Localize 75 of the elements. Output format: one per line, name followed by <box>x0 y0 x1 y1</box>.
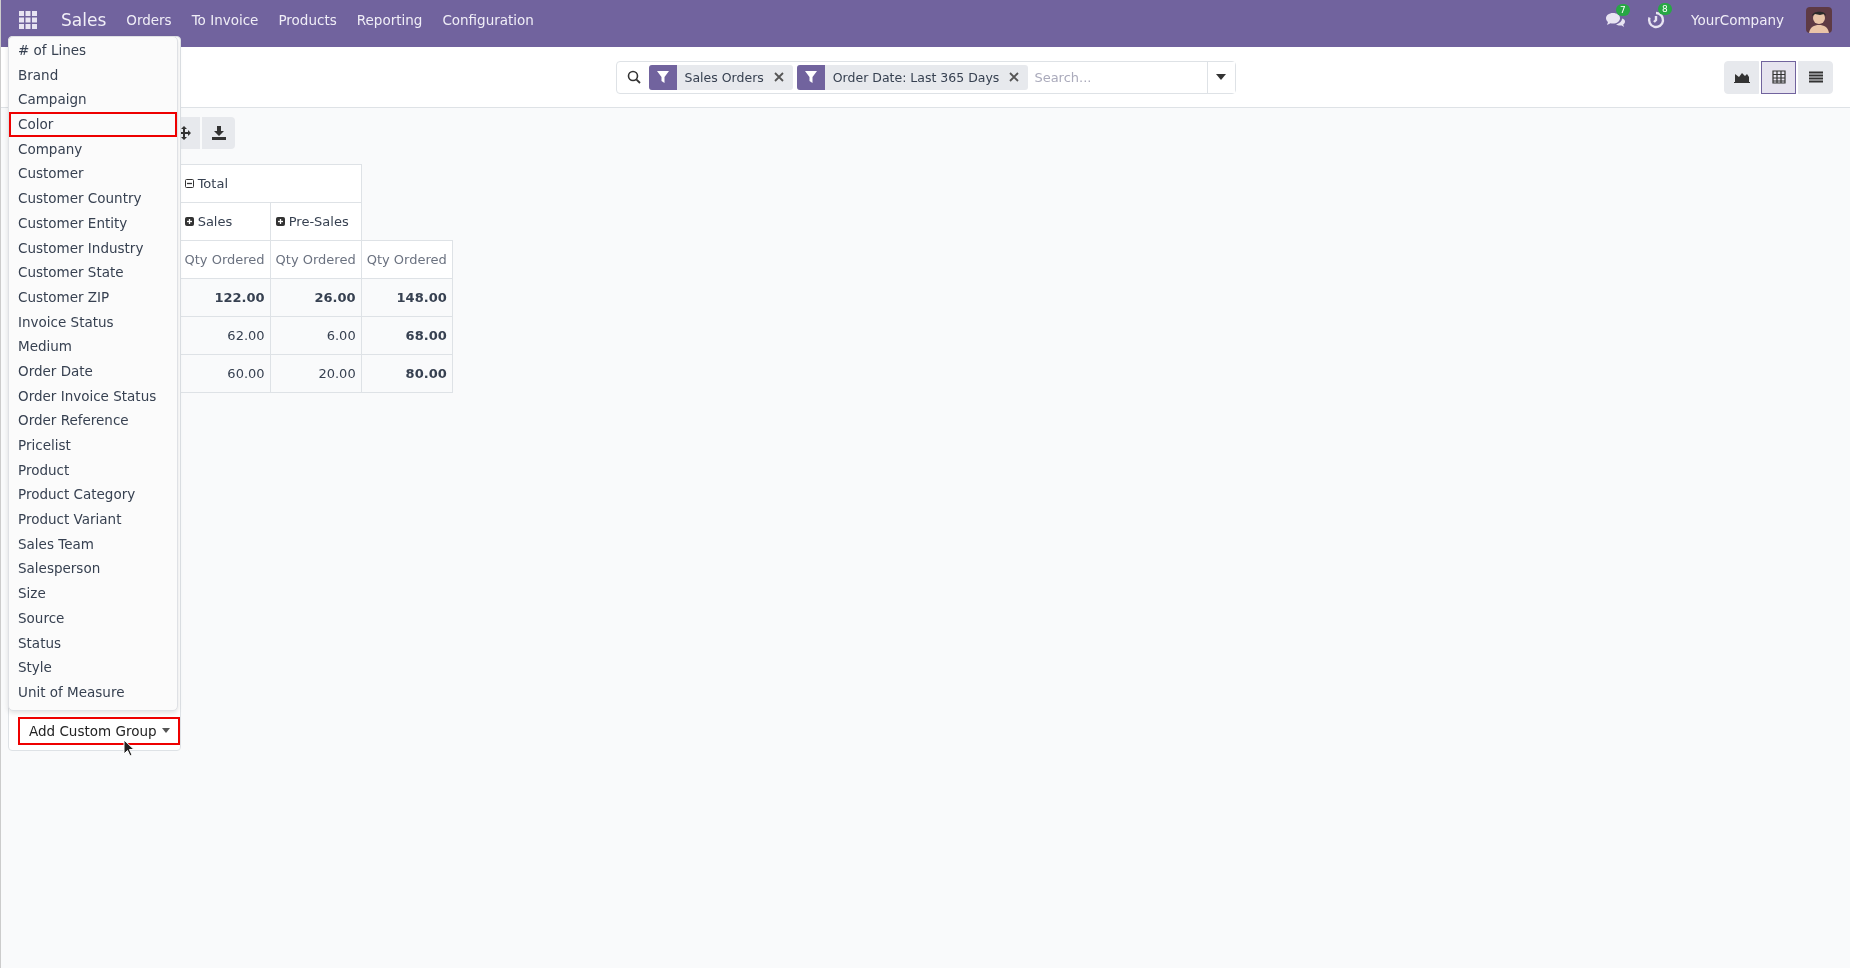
group-by-option[interactable]: Product <box>9 457 177 483</box>
group-by-option[interactable]: Color <box>9 112 177 137</box>
list-icon <box>1808 71 1823 83</box>
group-by-option[interactable]: Product Variant <box>9 507 177 532</box>
table-cell: 26.00 <box>270 278 362 317</box>
expand-state-icon <box>184 217 194 226</box>
group-by-option[interactable]: Brand <box>9 62 177 88</box>
group-by-option[interactable]: # of Lines <box>9 38 177 63</box>
group-by-option[interactable]: Order Reference <box>9 408 177 433</box>
download-button[interactable] <box>202 117 235 149</box>
activity-count-badge: 8 <box>1657 2 1672 15</box>
add-custom-group-select[interactable]: Add Custom Group <box>18 716 180 745</box>
graph-view-button[interactable] <box>1724 60 1759 94</box>
nav-menu-item[interactable]: Reporting <box>356 11 423 28</box>
caret-icon <box>1216 74 1226 80</box>
group-by-option[interactable]: Sales Team <box>9 531 177 557</box>
download-icon <box>211 126 226 140</box>
nav-menu-item[interactable]: Products <box>278 11 337 28</box>
measure-header: Qty Ordered <box>179 240 271 279</box>
message-count-badge: 7 <box>1615 3 1630 16</box>
column-header[interactable]: Sales <box>179 202 271 241</box>
table-cell: 20.00 <box>270 354 362 393</box>
group-by-option[interactable]: Invoice Status <box>9 309 177 335</box>
clock-icon[interactable] <box>1646 10 1665 29</box>
nav-menu-item[interactable]: To Invoice <box>191 11 259 28</box>
chat-icon[interactable] <box>1604 11 1625 28</box>
search-input[interactable]: Search... <box>1032 68 1207 86</box>
group-by-option[interactable]: Status <box>9 630 177 656</box>
group-by-option[interactable]: Salesperson <box>9 556 177 582</box>
group-by-option[interactable]: Customer ZIP <box>9 284 177 310</box>
table-cell: 80.00 <box>361 354 453 393</box>
table-cell: 148.00 <box>361 278 453 317</box>
apps-menu-icon[interactable] <box>19 10 37 29</box>
group-by-option[interactable]: Source <box>9 605 177 631</box>
user-avatar-icon[interactable] <box>1806 6 1832 33</box>
measure-header: Qty Ordered <box>361 240 453 279</box>
expand-state-icon <box>275 217 285 226</box>
group-by-option[interactable]: Unit of Measure <box>9 679 177 705</box>
group-by-option[interactable]: Customer <box>9 161 177 187</box>
table-cell: 68.00 <box>361 316 453 355</box>
nav-menu-item[interactable]: Orders <box>126 11 172 28</box>
filter-icon <box>656 71 669 83</box>
group-by-option[interactable]: Customer Entity <box>9 210 177 236</box>
group-by-option[interactable]: Order Date <box>9 358 177 384</box>
search-icon[interactable] <box>626 70 641 84</box>
measure-header: Qty Ordered <box>270 240 362 279</box>
company-name[interactable]: YourCompany <box>1690 11 1784 28</box>
area-chart-icon <box>1733 71 1750 83</box>
search-options-toggle[interactable] <box>1206 61 1235 93</box>
table-cell: 6.00 <box>270 316 362 355</box>
group-by-option[interactable]: Campaign <box>9 87 177 113</box>
group-by-option[interactable]: Order Invoice Status <box>9 383 177 409</box>
app-name[interactable]: Sales <box>61 9 107 30</box>
group-by-option[interactable]: Customer State <box>9 260 177 285</box>
group-by-option[interactable]: Pricelist <box>9 433 177 458</box>
list-view-button[interactable] <box>1798 60 1833 94</box>
group-by-option[interactable]: Medium <box>9 334 177 359</box>
group-by-option[interactable]: Company <box>9 136 177 162</box>
expand-state-icon <box>184 179 194 188</box>
table-grid-icon <box>1771 70 1786 84</box>
filter-icon <box>804 71 817 83</box>
remove-facet-icon[interactable] <box>773 72 784 82</box>
facet-label: Order Date: Last 365 Days <box>831 69 1001 85</box>
group-by-option[interactable]: Customer Country <box>9 186 177 211</box>
remove-facet-icon[interactable] <box>1009 72 1020 82</box>
group-by-option[interactable]: Customer Industry <box>9 235 177 261</box>
column-header[interactable]: Total <box>179 164 362 203</box>
group-by-option[interactable]: Style <box>9 655 177 680</box>
column-header[interactable]: Pre-Sales <box>270 202 362 241</box>
group-by-option[interactable]: Size <box>9 581 177 606</box>
facet-label: Sales Orders <box>683 69 765 85</box>
group-by-option[interactable]: Product Category <box>9 482 177 508</box>
caret-icon <box>162 728 170 734</box>
nav-menu-item[interactable]: Configuration <box>442 11 534 28</box>
pivot-view-button[interactable] <box>1761 60 1796 94</box>
